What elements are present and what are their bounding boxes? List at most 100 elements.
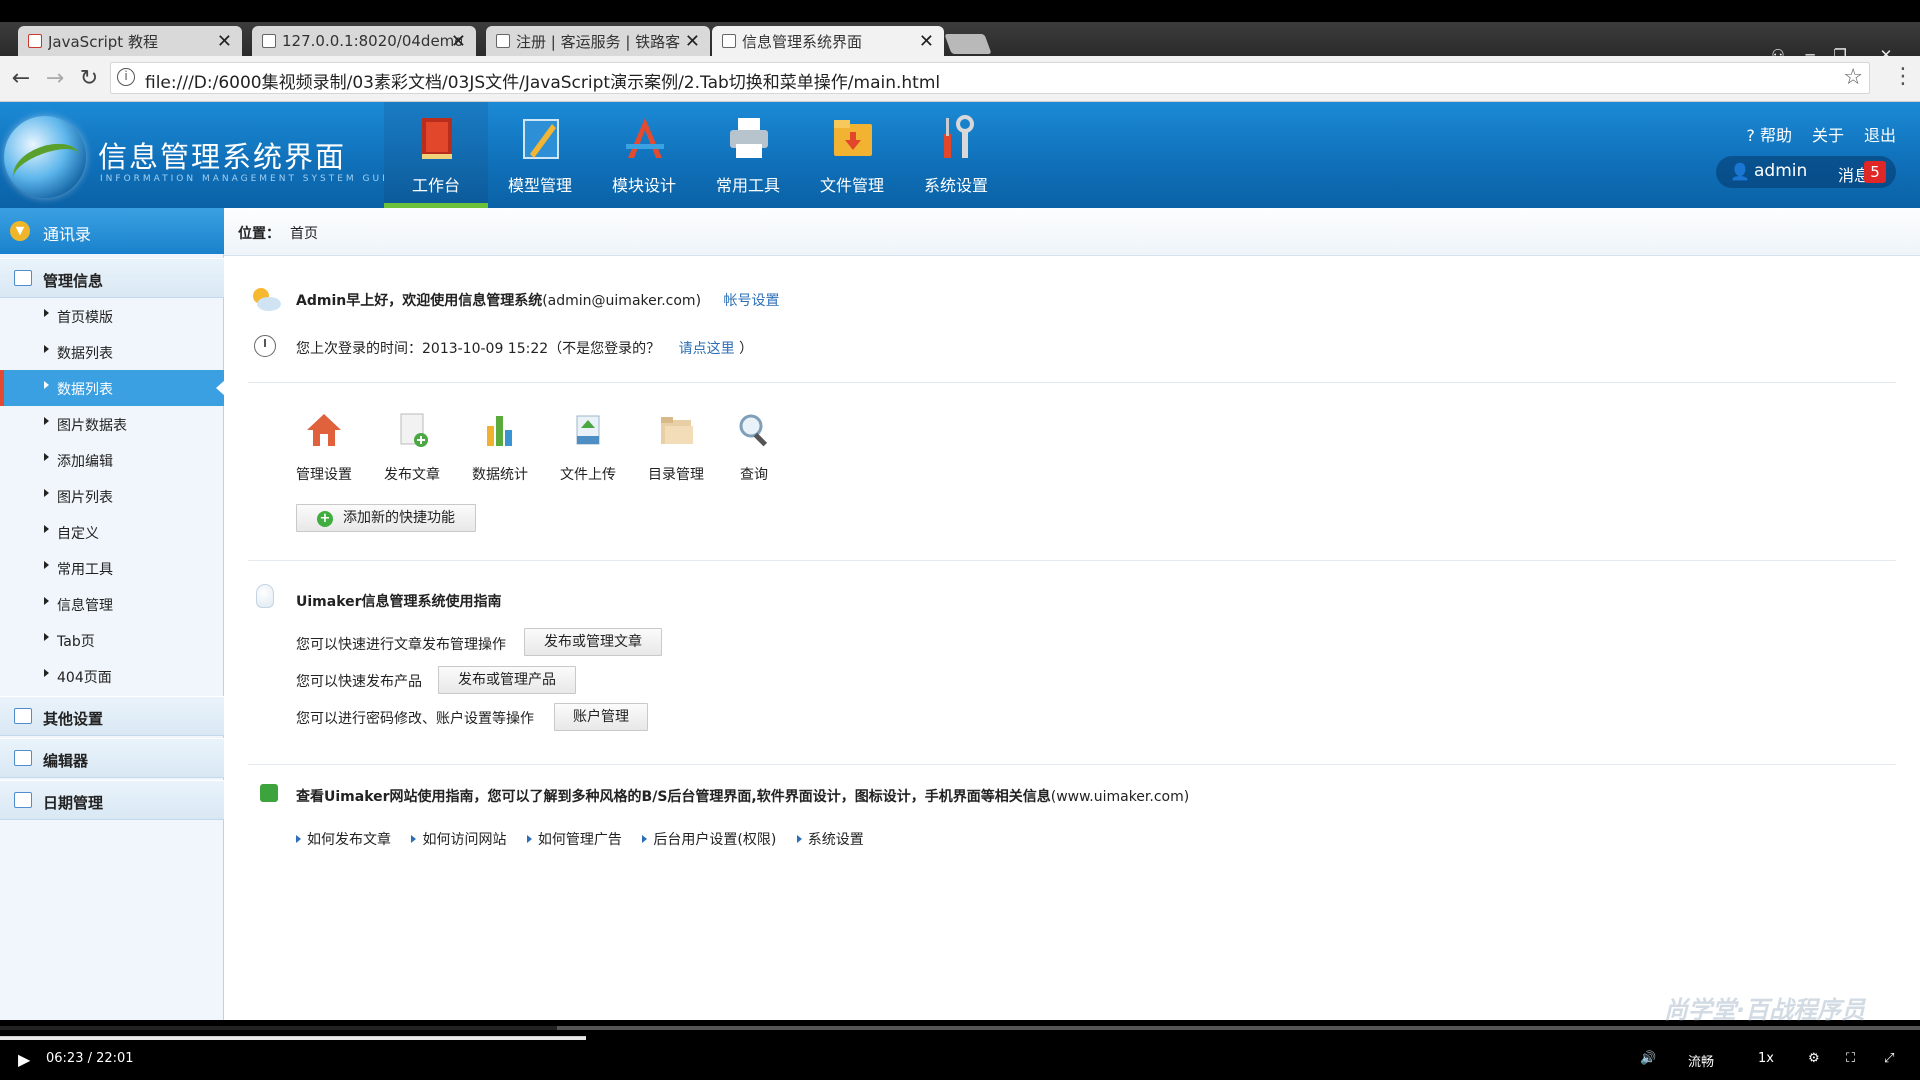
sidebar-group-label: 编辑器 [43,752,89,770]
breadcrumb-current[interactable]: 首页 [290,223,318,243]
manage-articles-button[interactable]: 发布或管理文章 [524,628,662,656]
top-nav-settings[interactable]: 系统设置 [904,102,1008,208]
site-guide-url[interactable]: (www.uimaker.com) [1051,789,1189,805]
top-nav-model[interactable]: 模型管理 [488,102,592,208]
browser-tab-active[interactable]: 信息管理系统界面 ✕ [712,26,944,56]
quick-publish-article[interactable]: 发布文章 [376,412,448,484]
sidebar-item-add-edit[interactable]: 添加编辑 [0,442,224,478]
info-icon[interactable]: i [117,68,135,86]
calendar-icon [14,792,32,808]
page-icon [496,34,510,48]
close-icon[interactable]: ✕ [919,31,934,52]
back-icon[interactable]: ← [8,66,34,91]
sidebar-item-label: 数据列表 [57,346,113,362]
sidebar-item-data-list[interactable]: 数据列表 [0,334,224,370]
site-link-permissions[interactable]: 后台用户设置(权限) [642,832,776,848]
divider [248,382,1896,383]
account-settings-link[interactable]: 帐号设置 [723,293,779,309]
sidebar-item-custom[interactable]: 自定义 [0,514,224,550]
sidebar-item-label: 首页模版 [57,310,113,326]
top-nav-label: 文件管理 [819,176,884,195]
browser-tab-js-tutorial[interactable]: JavaScript 教程 ✕ [18,26,242,56]
message-count-badge[interactable]: 5 [1864,161,1886,183]
account-manage-button[interactable]: 账户管理 [554,703,648,731]
site-guide-line: 查看Uimaker网站使用指南，您可以了解到多种风格的B/S后台管理界面,软件界… [296,786,1189,806]
header-links: ? 帮助 关于 退出 [1746,122,1896,146]
about-link[interactable]: 关于 [1812,122,1844,146]
top-nav-tools[interactable]: 常用工具 [696,102,800,208]
browser-menu-icon[interactable]: ⋮ [1892,64,1914,89]
caret-right-icon [526,835,532,843]
welcome-email: (admin@uimaker.com) [542,293,702,309]
caret-right-icon [44,597,49,605]
quick-manage-settings[interactable]: 管理设置 [288,412,360,484]
site-link-ads[interactable]: 如何管理广告 [526,832,622,848]
play-icon[interactable]: ▶ [18,1050,30,1069]
logout-link[interactable]: 退出 [1864,122,1896,146]
close-icon[interactable]: ✕ [451,31,466,52]
sidebar-item-404-page[interactable]: 404页面 [0,658,224,694]
last-login-suffix: ） [739,341,754,357]
close-icon[interactable]: ✕ [685,31,700,52]
manage-products-button[interactable]: 发布或管理产品 [438,666,576,694]
sidebar-group-date-manage[interactable]: 日期管理 [0,780,224,820]
sidebar-top-contacts[interactable]: ▼ 通讯录 [0,208,224,254]
site-link-publish[interactable]: 如何发布文章 [296,832,391,848]
video-progress-bar[interactable] [0,1026,1920,1030]
sidebar-group-other-settings[interactable]: 其他设置 [0,696,224,736]
caret-right-icon [44,489,49,497]
folder-open-icon [661,417,693,444]
fullscreen-page-icon[interactable]: ⛶ [1846,1051,1855,1066]
video-progress-fill [0,1026,557,1030]
quick-file-upload[interactable]: 文件上传 [552,412,624,484]
fullscreen-icon[interactable]: ⤢ [1884,1051,1894,1066]
quick-directory-manage[interactable]: 目录管理 [640,412,712,484]
gear-icon[interactable]: ⚙ [1808,1051,1820,1066]
sidebar-item-common-tools[interactable]: 常用工具 [0,550,224,586]
reload-icon[interactable]: ↻ [76,66,102,91]
username[interactable]: admin [1754,161,1807,181]
sidebar-group-editor[interactable]: 编辑器 [0,738,224,778]
user-icon: 👤 [1730,162,1750,181]
quick-data-stats[interactable]: 数据统计 [464,412,536,484]
top-nav-files[interactable]: 文件管理 [800,102,904,208]
quick-query[interactable]: 查询 [718,412,790,484]
browser-tab-bar: JavaScript 教程 ✕ 127.0.0.1:8020/04demo ✕ … [0,22,1920,64]
sidebar: ▼ 通讯录 管理信息 首页模版 数据列表 数据列表 图片数据表 添加编辑 图片列… [0,208,225,1020]
caret-right-icon [642,835,648,843]
new-tab-button[interactable] [944,34,992,54]
site-link-visit[interactable]: 如何访问网站 [411,832,506,848]
video-player-controls: ▶ 06:23 / 22:01 🔊 流畅 1x ⚙ ⛶ ⤢ [0,1040,1920,1080]
sidebar-item-image-list[interactable]: 图片列表 [0,478,224,514]
help-link[interactable]: ? 帮助 [1746,122,1792,146]
sidebar-item-image-table[interactable]: 图片数据表 [0,406,224,442]
url-input[interactable]: i file:///D:/6000集视频录制/03素彩文档/03JS文件/Jav… [110,62,1870,94]
quality-select[interactable]: 流畅 [1688,1051,1714,1070]
browser-tab-localhost[interactable]: 127.0.0.1:8020/04demo ✕ [252,26,476,56]
sidebar-item-label: 404页面 [57,670,112,686]
logo-globe-icon [4,116,86,198]
sidebar-item-home-template[interactable]: 首页模版 [0,298,224,334]
quick-label: 管理设置 [296,467,352,483]
sidebar-item-info-manage[interactable]: 信息管理 [0,586,224,622]
sidebar-group-label: 日期管理 [43,794,104,812]
close-icon[interactable]: ✕ [217,31,232,52]
browser-tab-register[interactable]: 注册 | 客运服务 | 铁路客 ✕ [486,26,710,56]
bookmark-star-icon[interactable]: ☆ [1843,65,1863,90]
caret-right-icon [44,633,49,641]
top-nav-workbench[interactable]: 工作台 [384,102,488,208]
volume-icon[interactable]: 🔊 [1640,1051,1656,1066]
top-nav-label: 模型管理 [507,176,572,195]
forward-icon[interactable]: → [42,66,68,91]
sidebar-item-data-list-active[interactable]: 数据列表 [0,370,225,406]
speed-select[interactable]: 1x [1758,1051,1774,1066]
sidebar-item-tab-page[interactable]: Tab页 [0,622,224,658]
divider [248,560,1896,561]
click-here-link[interactable]: 请点这里 [679,341,735,357]
sidebar-item-label: Tab页 [57,634,95,650]
add-quick-function-button[interactable]: + 添加新的快捷功能 [296,504,476,532]
sidebar-group-manage-info[interactable]: 管理信息 [0,258,224,298]
page-icon [722,34,736,48]
site-link-system[interactable]: 系统设置 [796,832,864,848]
top-nav-module-design[interactable]: 模块设计 [592,102,696,208]
